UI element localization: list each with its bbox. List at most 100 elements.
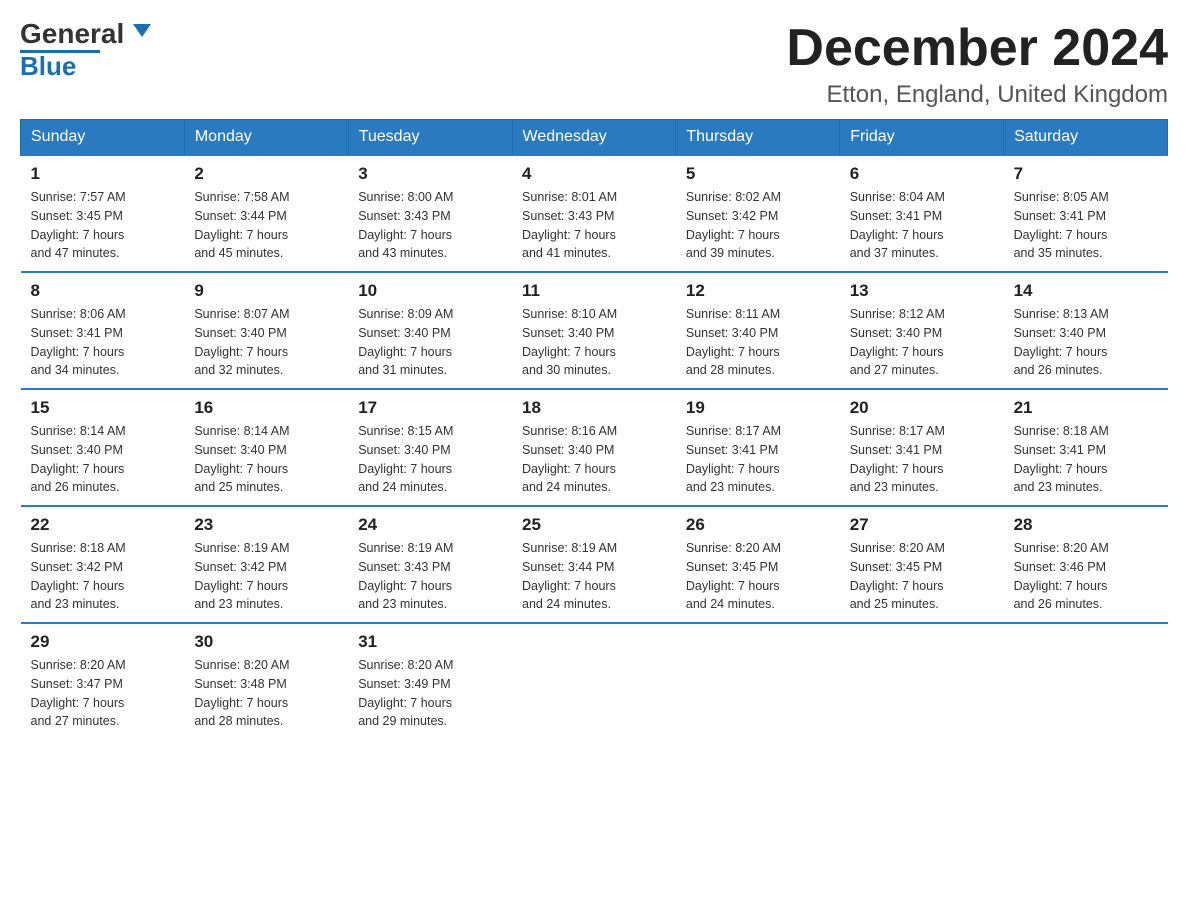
logo-general: General [20,20,151,48]
day-info: Sunrise: 8:17 AM Sunset: 3:41 PM Dayligh… [850,422,994,497]
calendar-cell [1004,623,1168,739]
day-info: Sunrise: 8:13 AM Sunset: 3:40 PM Dayligh… [1014,305,1158,380]
day-info: Sunrise: 8:20 AM Sunset: 3:45 PM Dayligh… [850,539,994,614]
calendar-cell: 16 Sunrise: 8:14 AM Sunset: 3:40 PM Dayl… [184,389,348,506]
day-number: 18 [522,398,666,418]
calendar-cell: 20 Sunrise: 8:17 AM Sunset: 3:41 PM Dayl… [840,389,1004,506]
week-row-3: 15 Sunrise: 8:14 AM Sunset: 3:40 PM Dayl… [21,389,1168,506]
day-info: Sunrise: 8:12 AM Sunset: 3:40 PM Dayligh… [850,305,994,380]
day-info: Sunrise: 8:14 AM Sunset: 3:40 PM Dayligh… [194,422,338,497]
day-info: Sunrise: 8:20 AM Sunset: 3:47 PM Dayligh… [31,656,175,731]
calendar-cell: 14 Sunrise: 8:13 AM Sunset: 3:40 PM Dayl… [1004,272,1168,389]
calendar-cell: 12 Sunrise: 8:11 AM Sunset: 3:40 PM Dayl… [676,272,840,389]
calendar-cell: 5 Sunrise: 8:02 AM Sunset: 3:42 PM Dayli… [676,155,840,272]
day-number: 30 [194,632,338,652]
day-info: Sunrise: 8:16 AM Sunset: 3:40 PM Dayligh… [522,422,666,497]
calendar-cell: 3 Sunrise: 8:00 AM Sunset: 3:43 PM Dayli… [348,155,512,272]
calendar-cell [840,623,1004,739]
column-header-thursday: Thursday [676,120,840,156]
column-header-wednesday: Wednesday [512,120,676,156]
day-info: Sunrise: 8:01 AM Sunset: 3:43 PM Dayligh… [522,188,666,263]
day-info: Sunrise: 8:18 AM Sunset: 3:42 PM Dayligh… [31,539,175,614]
calendar-cell: 10 Sunrise: 8:09 AM Sunset: 3:40 PM Dayl… [348,272,512,389]
calendar-cell: 21 Sunrise: 8:18 AM Sunset: 3:41 PM Dayl… [1004,389,1168,506]
title-section: December 2024 Etton, England, United Kin… [786,20,1168,109]
day-number: 25 [522,515,666,535]
week-row-4: 22 Sunrise: 8:18 AM Sunset: 3:42 PM Dayl… [21,506,1168,623]
day-info: Sunrise: 8:19 AM Sunset: 3:43 PM Dayligh… [358,539,502,614]
day-info: Sunrise: 8:20 AM Sunset: 3:46 PM Dayligh… [1014,539,1158,614]
calendar-cell: 19 Sunrise: 8:17 AM Sunset: 3:41 PM Dayl… [676,389,840,506]
column-header-sunday: Sunday [21,120,185,156]
calendar-cell: 18 Sunrise: 8:16 AM Sunset: 3:40 PM Dayl… [512,389,676,506]
day-info: Sunrise: 8:15 AM Sunset: 3:40 PM Dayligh… [358,422,502,497]
day-info: Sunrise: 8:19 AM Sunset: 3:42 PM Dayligh… [194,539,338,614]
day-info: Sunrise: 8:20 AM Sunset: 3:49 PM Dayligh… [358,656,502,731]
calendar-cell: 25 Sunrise: 8:19 AM Sunset: 3:44 PM Dayl… [512,506,676,623]
day-info: Sunrise: 8:20 AM Sunset: 3:48 PM Dayligh… [194,656,338,731]
day-number: 2 [194,164,338,184]
column-header-friday: Friday [840,120,1004,156]
column-header-tuesday: Tuesday [348,120,512,156]
calendar-cell: 15 Sunrise: 8:14 AM Sunset: 3:40 PM Dayl… [21,389,185,506]
day-info: Sunrise: 8:00 AM Sunset: 3:43 PM Dayligh… [358,188,502,263]
day-number: 10 [358,281,502,301]
day-info: Sunrise: 7:58 AM Sunset: 3:44 PM Dayligh… [194,188,338,263]
week-row-5: 29 Sunrise: 8:20 AM Sunset: 3:47 PM Dayl… [21,623,1168,739]
week-row-2: 8 Sunrise: 8:06 AM Sunset: 3:41 PM Dayli… [21,272,1168,389]
day-info: Sunrise: 8:19 AM Sunset: 3:44 PM Dayligh… [522,539,666,614]
day-number: 14 [1014,281,1158,301]
day-number: 28 [1014,515,1158,535]
day-info: Sunrise: 8:11 AM Sunset: 3:40 PM Dayligh… [686,305,830,380]
day-number: 16 [194,398,338,418]
day-info: Sunrise: 8:02 AM Sunset: 3:42 PM Dayligh… [686,188,830,263]
day-number: 22 [31,515,175,535]
day-number: 20 [850,398,994,418]
day-number: 7 [1014,164,1158,184]
day-number: 27 [850,515,994,535]
calendar-cell: 4 Sunrise: 8:01 AM Sunset: 3:43 PM Dayli… [512,155,676,272]
page-subtitle: Etton, England, United Kingdom [786,81,1168,109]
calendar-cell: 8 Sunrise: 8:06 AM Sunset: 3:41 PM Dayli… [21,272,185,389]
calendar-cell [676,623,840,739]
calendar-cell: 27 Sunrise: 8:20 AM Sunset: 3:45 PM Dayl… [840,506,1004,623]
day-info: Sunrise: 8:07 AM Sunset: 3:40 PM Dayligh… [194,305,338,380]
calendar-cell: 23 Sunrise: 8:19 AM Sunset: 3:42 PM Dayl… [184,506,348,623]
calendar-cell: 30 Sunrise: 8:20 AM Sunset: 3:48 PM Dayl… [184,623,348,739]
day-info: Sunrise: 7:57 AM Sunset: 3:45 PM Dayligh… [31,188,175,263]
calendar-cell: 2 Sunrise: 7:58 AM Sunset: 3:44 PM Dayli… [184,155,348,272]
calendar-cell: 26 Sunrise: 8:20 AM Sunset: 3:45 PM Dayl… [676,506,840,623]
day-number: 4 [522,164,666,184]
day-info: Sunrise: 8:20 AM Sunset: 3:45 PM Dayligh… [686,539,830,614]
day-number: 17 [358,398,502,418]
day-number: 15 [31,398,175,418]
week-row-1: 1 Sunrise: 7:57 AM Sunset: 3:45 PM Dayli… [21,155,1168,272]
calendar-cell: 28 Sunrise: 8:20 AM Sunset: 3:46 PM Dayl… [1004,506,1168,623]
column-header-saturday: Saturday [1004,120,1168,156]
logo-blue: Blue [20,51,76,81]
column-header-monday: Monday [184,120,348,156]
calendar-header-row: SundayMondayTuesdayWednesdayThursdayFrid… [21,120,1168,156]
calendar-cell: 1 Sunrise: 7:57 AM Sunset: 3:45 PM Dayli… [21,155,185,272]
day-number: 19 [686,398,830,418]
calendar-cell: 24 Sunrise: 8:19 AM Sunset: 3:43 PM Dayl… [348,506,512,623]
calendar-cell: 22 Sunrise: 8:18 AM Sunset: 3:42 PM Dayl… [21,506,185,623]
calendar-cell: 9 Sunrise: 8:07 AM Sunset: 3:40 PM Dayli… [184,272,348,389]
day-number: 26 [686,515,830,535]
day-info: Sunrise: 8:17 AM Sunset: 3:41 PM Dayligh… [686,422,830,497]
calendar-cell: 7 Sunrise: 8:05 AM Sunset: 3:41 PM Dayli… [1004,155,1168,272]
day-number: 12 [686,281,830,301]
day-number: 11 [522,281,666,301]
day-number: 9 [194,281,338,301]
day-number: 21 [1014,398,1158,418]
day-info: Sunrise: 8:14 AM Sunset: 3:40 PM Dayligh… [31,422,175,497]
calendar-cell: 17 Sunrise: 8:15 AM Sunset: 3:40 PM Dayl… [348,389,512,506]
calendar-cell: 13 Sunrise: 8:12 AM Sunset: 3:40 PM Dayl… [840,272,1004,389]
day-number: 13 [850,281,994,301]
day-info: Sunrise: 8:18 AM Sunset: 3:41 PM Dayligh… [1014,422,1158,497]
day-info: Sunrise: 8:10 AM Sunset: 3:40 PM Dayligh… [522,305,666,380]
day-number: 23 [194,515,338,535]
page-title: December 2024 [786,20,1168,77]
day-number: 6 [850,164,994,184]
day-info: Sunrise: 8:04 AM Sunset: 3:41 PM Dayligh… [850,188,994,263]
